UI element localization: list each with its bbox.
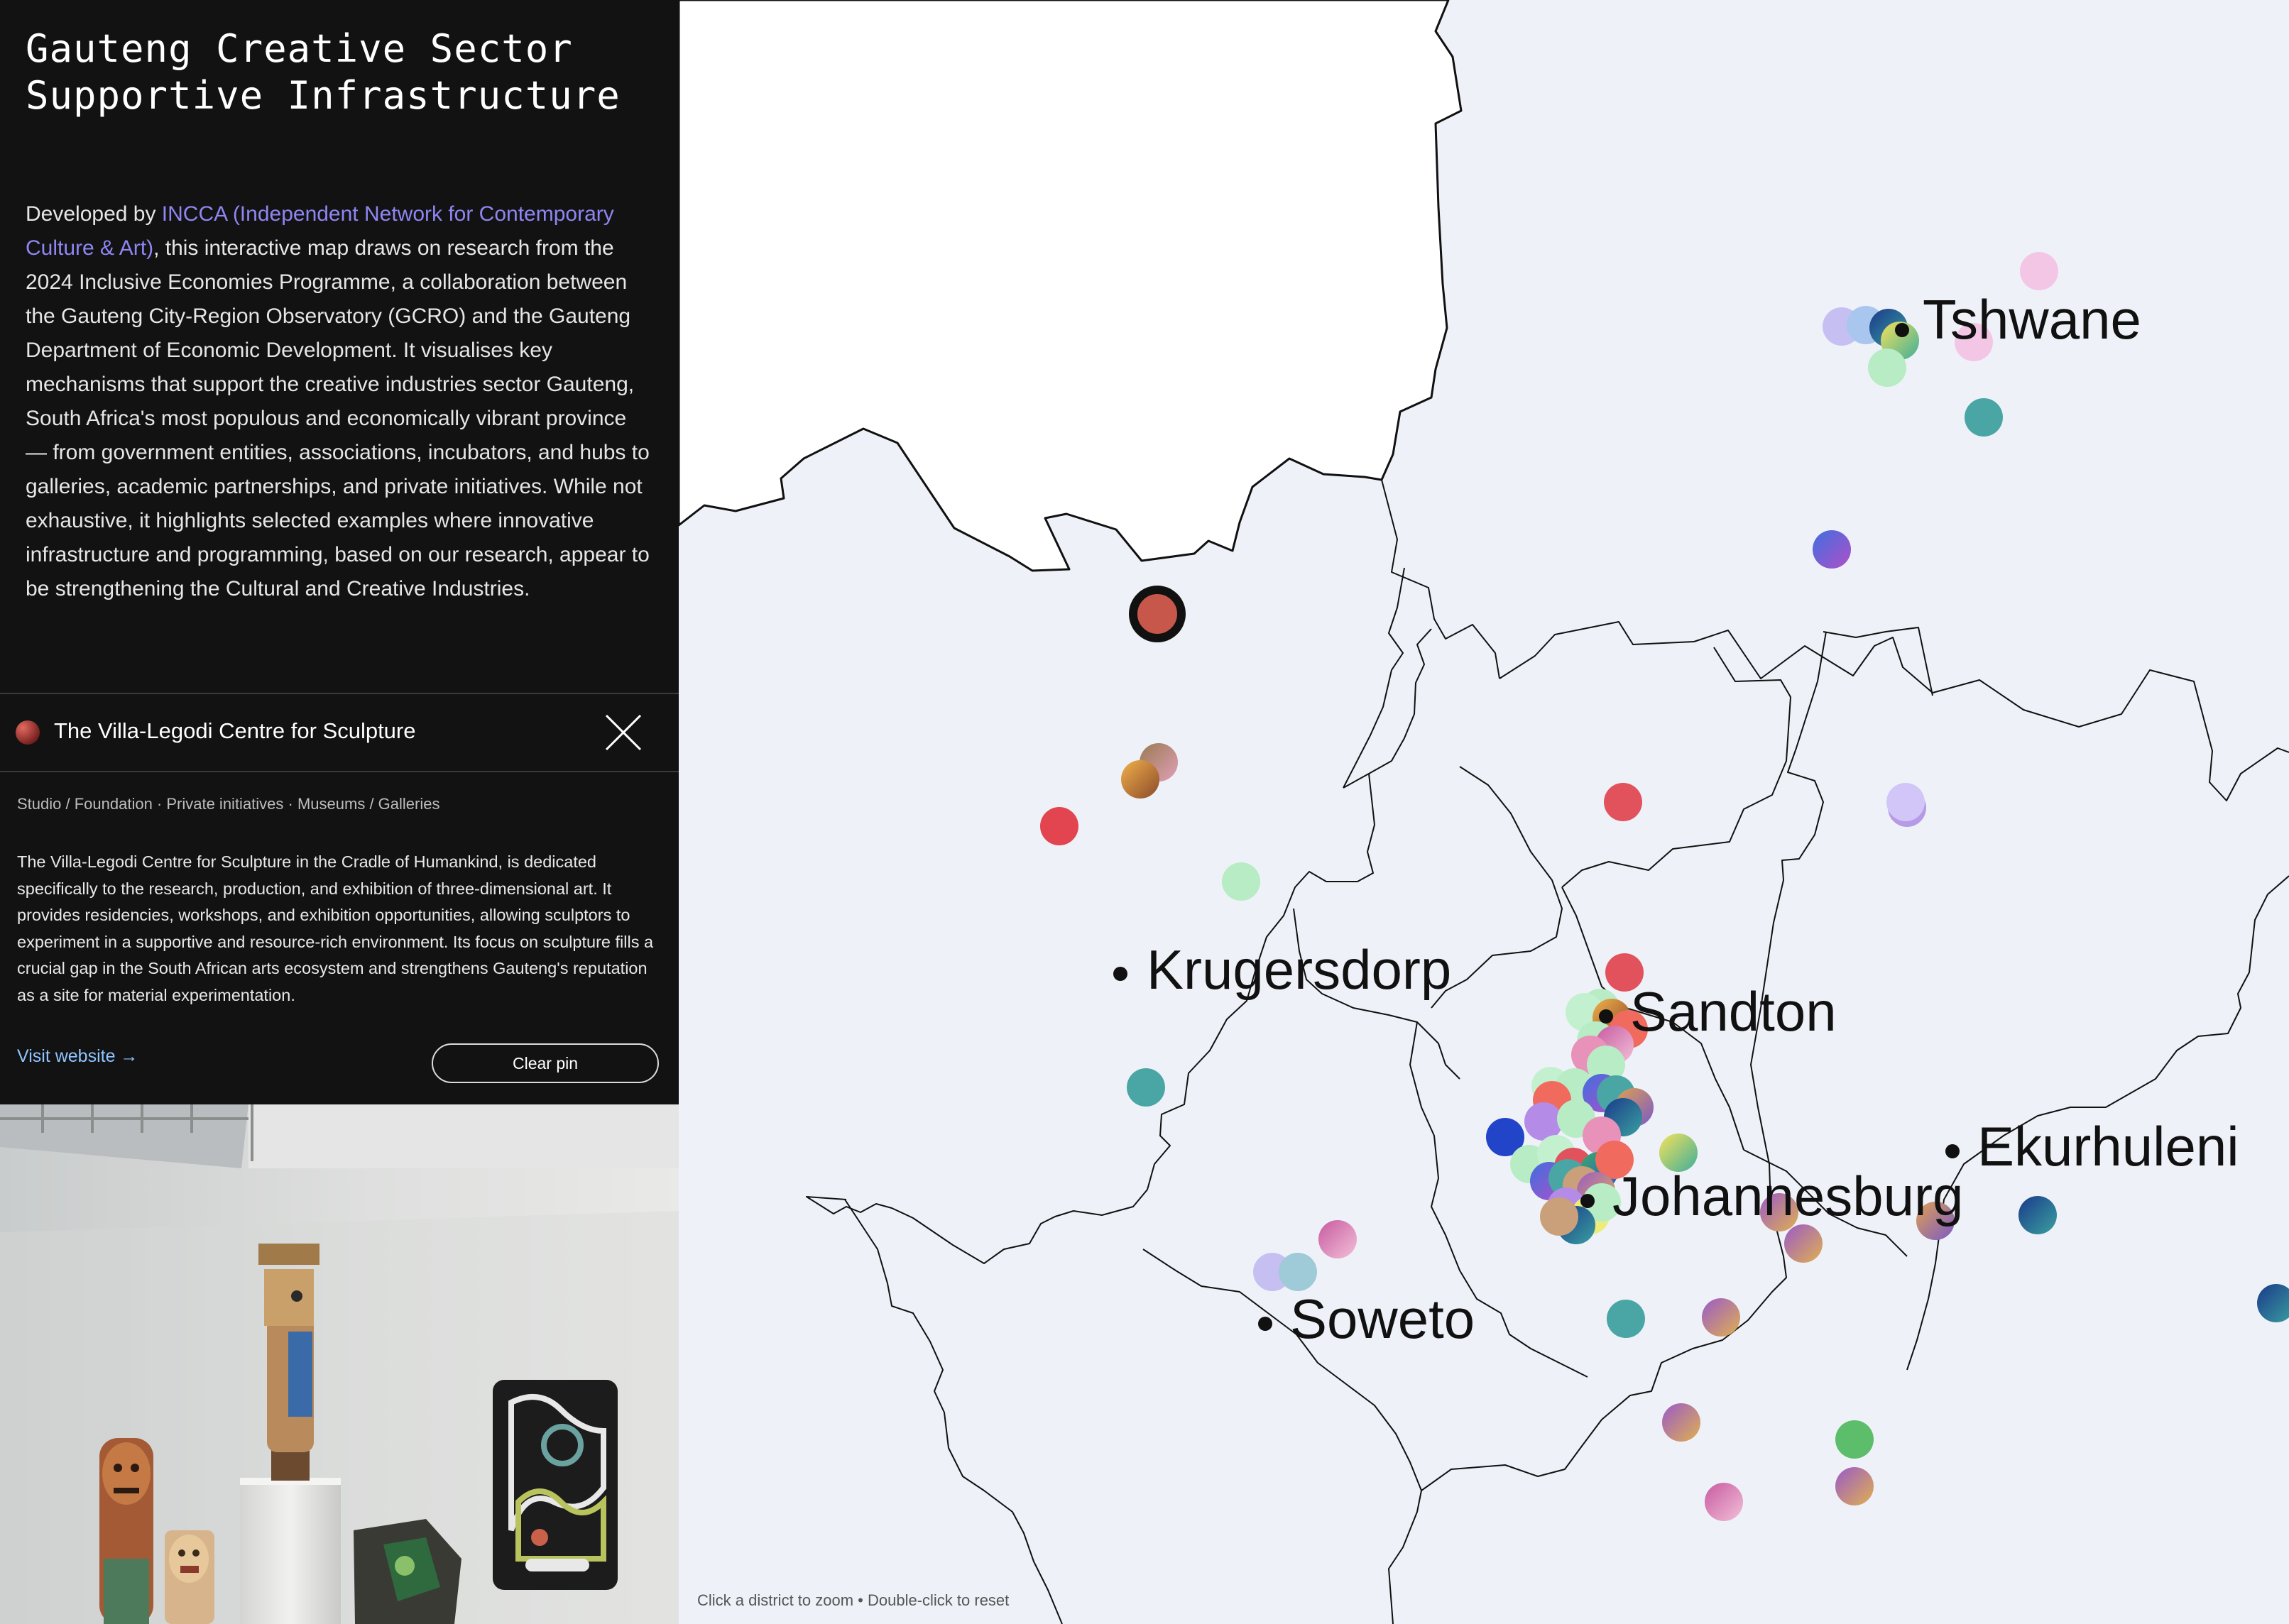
pin-photo [0,1104,679,1624]
pin-header: The Villa-Legodi Centre for Sculpture [0,694,679,771]
map-pin[interactable] [1279,1253,1317,1291]
map-hint: Click a district to zoom • Double-click … [697,1591,1010,1609]
city-tshwane[interactable]: Tshwane [1895,288,2141,351]
pin-description: The Villa-Legodi Centre for Sculpture in… [17,852,654,1004]
map-pin[interactable] [1127,1068,1165,1107]
map-pin[interactable] [1705,1483,1743,1521]
map-pin[interactable] [1886,783,1925,821]
map-pin[interactable] [1702,1298,1740,1337]
map-pin[interactable] [1222,862,1260,901]
intro-text: Developed by INCCA (Independent Network … [26,197,650,606]
wall-artwork [493,1380,618,1590]
city-label: Krugersdorp [1147,938,1451,1001]
city-marker [1895,323,1909,337]
city-johannesburg[interactable]: Johannesburg [1580,1165,1963,1227]
map-pin[interactable] [1835,1420,1874,1459]
close-button[interactable] [603,713,643,752]
map-pin[interactable] [1662,1403,1700,1442]
pin-categories: Studio / Foundation · Private initiative… [17,795,440,813]
city-krugersdorp[interactable]: Krugersdorp [1113,938,1451,1001]
title-line-1: Gauteng Creative Sector [26,26,573,71]
city-marker [1599,1009,1613,1024]
selected-pin[interactable] [1129,586,1186,642]
map-pin[interactable] [1813,530,1851,569]
map-pin[interactable] [1318,1220,1357,1258]
city-sandton[interactable]: Sandton [1599,980,1837,1043]
clear-pin-button[interactable]: Clear pin [432,1043,659,1083]
visit-website-link[interactable]: Visit website → [17,1046,138,1067]
map-pin[interactable] [1607,1300,1645,1338]
city-label: Soweto [1290,1288,1475,1350]
page-title: Gauteng Creative Sector Supportive Infra… [26,26,650,119]
city-label: Sandton [1630,980,1837,1043]
intro-prefix: Developed by [26,202,162,226]
city-label: Tshwane [1923,288,2141,351]
city-ekurhuleni[interactable]: Ekurhuleni [1945,1115,2239,1178]
map-pin[interactable] [1965,398,2003,437]
city-marker [1945,1144,1960,1158]
map-pin[interactable] [1524,1102,1563,1141]
map-pin[interactable] [1835,1467,1874,1505]
city-marker [1113,967,1127,981]
map-pin[interactable] [1040,807,1078,845]
intro-body: , this interactive map draws on research… [26,236,650,600]
sculpture-tall [258,1244,319,1481]
map-pin[interactable] [2018,1196,2057,1234]
city-marker [1258,1317,1272,1331]
map-pin[interactable] [1784,1224,1823,1263]
pin-title: The Villa-Legodi Centre for Sculpture [54,718,416,743]
map-pin[interactable] [1121,760,1159,799]
city-label: Ekurhuleni [1977,1115,2239,1178]
map-pin[interactable] [2020,252,2058,290]
map-pin[interactable] [1604,783,1642,821]
city-marker [1580,1194,1595,1208]
title-line-2: Supportive Infrastructure [26,73,621,118]
divider-bottom [0,771,679,772]
map[interactable]: Tshwane Krugersdorp Sandton Ekurhuleni J… [679,0,2289,1624]
city-soweto[interactable]: Soweto [1258,1288,1475,1350]
sidebar: Gauteng Creative Sector Supportive Infra… [0,0,679,1624]
pin-color-dot [16,720,40,745]
city-label: Johannesburg [1612,1165,1963,1227]
map-pin[interactable] [1540,1197,1578,1236]
close-icon [605,714,642,751]
map-pin[interactable] [1868,349,1906,387]
